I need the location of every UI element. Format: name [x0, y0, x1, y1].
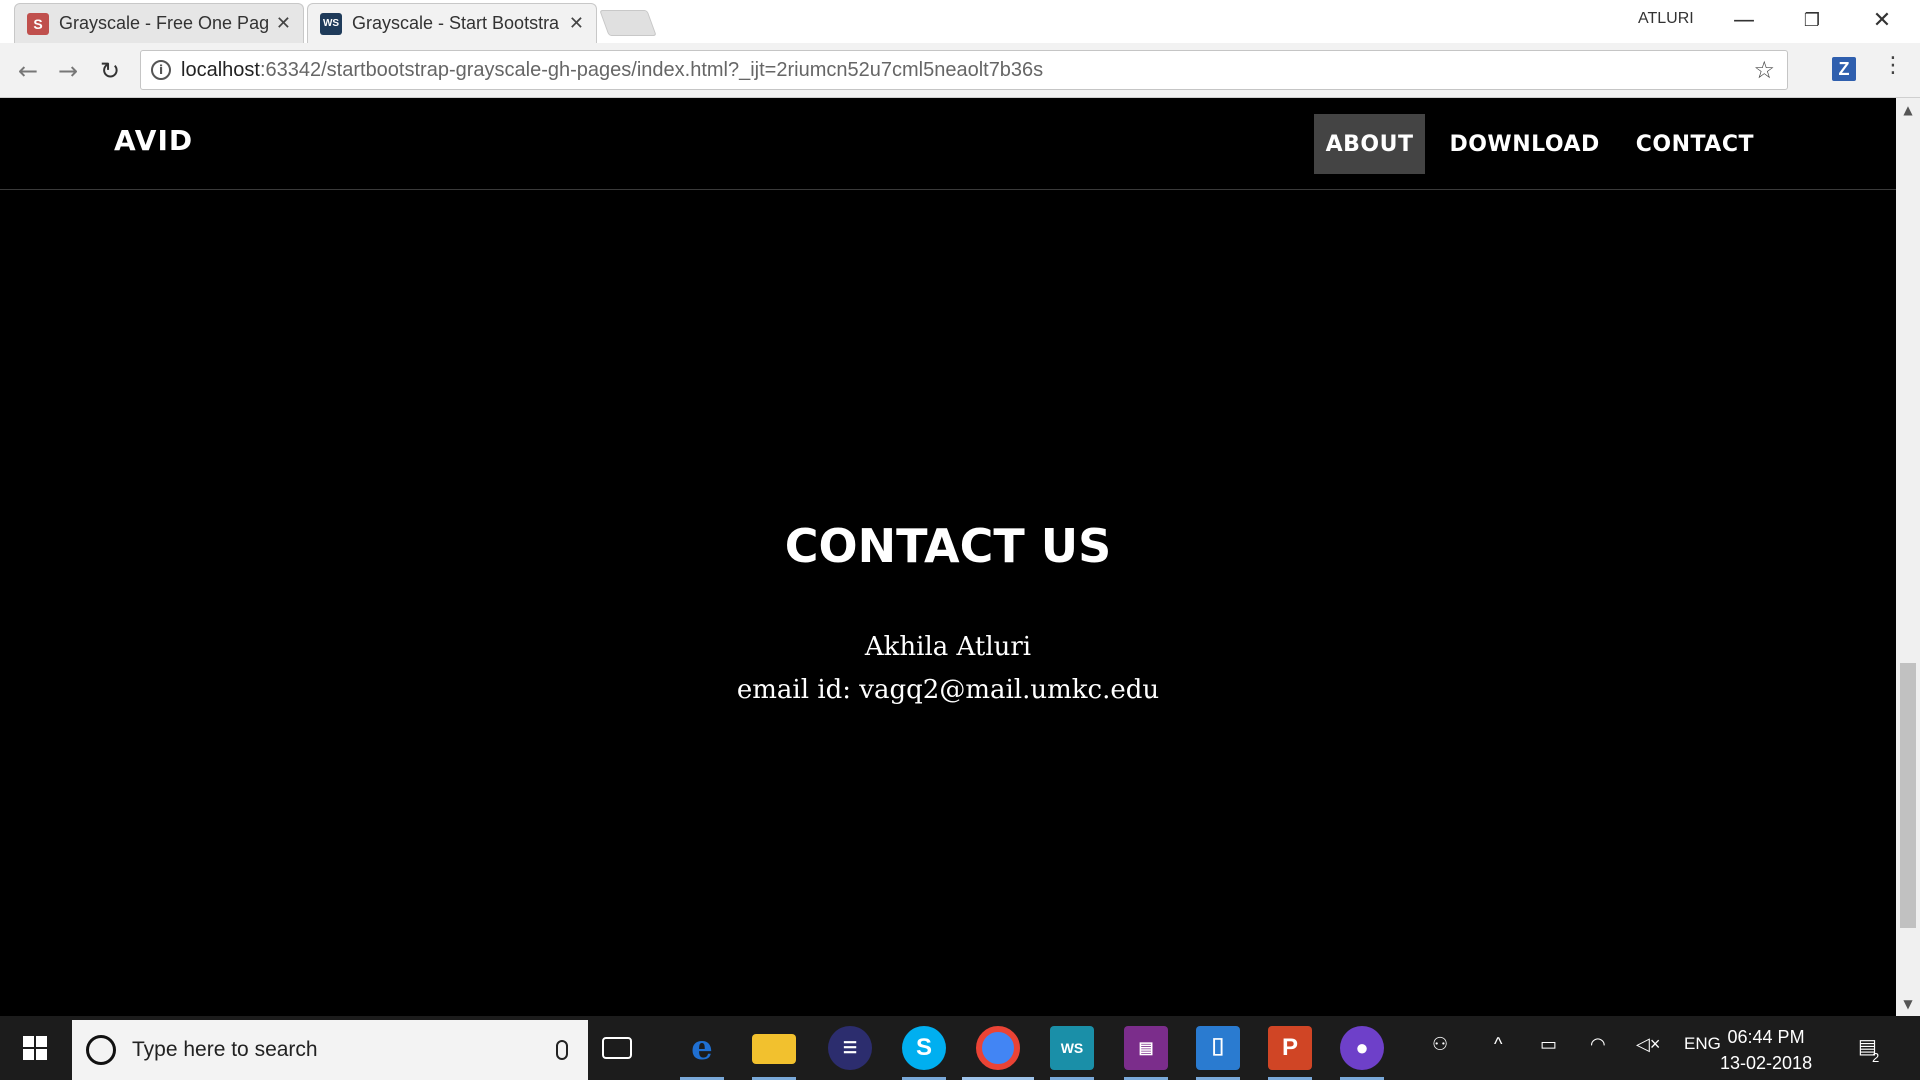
page-scrollbar[interactable]: ▲ ▼: [1896, 98, 1920, 1016]
scroll-up-icon[interactable]: ▲: [1896, 98, 1920, 122]
url-host: localhost: [181, 58, 260, 81]
github-icon[interactable]: ●: [1340, 1026, 1384, 1070]
forward-icon[interactable]: →: [52, 55, 84, 87]
close-window-icon[interactable]: ✕: [1862, 6, 1902, 36]
close-icon[interactable]: ✕: [276, 13, 291, 34]
cortana-icon[interactable]: [86, 1035, 116, 1065]
task-view-icon[interactable]: [602, 1037, 632, 1059]
nav-about[interactable]: ABOUT: [1313, 114, 1426, 174]
nav-download[interactable]: DOWNLOAD: [1437, 114, 1611, 174]
contact-title: CONTACT US: [784, 519, 1112, 573]
scroll-thumb[interactable]: [1900, 663, 1916, 928]
web-page: AVID ABOUT DOWNLOAD CONTACT CONTACT US A…: [0, 98, 1896, 1016]
wifi-icon[interactable]: ◠: [1590, 1034, 1606, 1055]
contact-name: Akhila Atluri: [864, 632, 1032, 662]
bookmark-star-icon[interactable]: ☆: [1753, 56, 1775, 84]
tab-title: Grayscale - Free One Pag: [59, 13, 268, 33]
info-icon[interactable]: i: [151, 60, 171, 80]
minimize-icon[interactable]: —: [1724, 6, 1764, 36]
webstorm-icon[interactable]: WS: [1050, 1026, 1094, 1070]
windows-logo-icon: [23, 1036, 47, 1060]
taskbar-search[interactable]: Type here to search: [72, 1020, 588, 1080]
url-text[interactable]: localhost:63342/startbootstrap-grayscale…: [181, 59, 1043, 82]
winrar-icon[interactable]: ▤: [1124, 1026, 1168, 1070]
notification-count: 2: [1872, 1050, 1880, 1065]
extension-icon[interactable]: Z: [1832, 57, 1856, 81]
chevron-up-icon[interactable]: ^: [1494, 1034, 1502, 1055]
powerpoint-icon[interactable]: P: [1268, 1026, 1312, 1070]
menu-icon[interactable]: ⋮: [1882, 53, 1904, 78]
profile-name[interactable]: ATLURI: [1638, 10, 1694, 28]
scroll-down-icon[interactable]: ▼: [1896, 992, 1920, 1016]
bracket-app-icon[interactable]: ⌷: [1196, 1026, 1240, 1070]
browser-toolbar: ← → ↻ i localhost:63342/startbootstrap-g…: [0, 43, 1920, 98]
nav-contact[interactable]: CONTACT: [1624, 114, 1766, 174]
address-bar[interactable]: i localhost:63342/startbootstrap-graysca…: [140, 50, 1788, 90]
new-tab-button[interactable]: [599, 10, 657, 36]
contact-email: email id: vagq2@mail.umkc.edu: [736, 675, 1160, 705]
windows-taskbar: Type here to search e ☰ S WS ▤ ⌷ P ● ⚇ ^…: [0, 1016, 1920, 1080]
tab-grayscale-start[interactable]: WS Grayscale - Start Bootstra ✕: [307, 3, 597, 43]
tab-favicon: S: [27, 12, 49, 35]
clock-time: 06:44 PM: [1727, 1027, 1805, 1047]
system-clock[interactable]: 06:44 PM 13-02-2018: [1720, 1024, 1812, 1076]
skype-icon[interactable]: S: [902, 1026, 946, 1070]
search-placeholder: Type here to search: [132, 1038, 318, 1061]
tab-grayscale-free[interactable]: S Grayscale - Free One Pag ✕: [14, 3, 304, 43]
clock-date: 13-02-2018: [1720, 1053, 1813, 1073]
browser-chrome: S Grayscale - Free One Pag ✕ WS Grayscal…: [0, 0, 1920, 98]
url-path: :63342/startbootstrap-grayscale-gh-pages…: [259, 58, 1044, 81]
tab-title: Grayscale - Start Bootstra: [352, 13, 560, 33]
site-navbar: AVID ABOUT DOWNLOAD CONTACT: [0, 98, 1896, 190]
reload-icon[interactable]: ↻: [94, 55, 126, 87]
language-indicator[interactable]: ENG: [1684, 1034, 1721, 1054]
edge-icon[interactable]: e: [680, 1026, 724, 1070]
site-brand[interactable]: AVID: [114, 124, 193, 157]
file-explorer-icon[interactable]: [752, 1034, 796, 1064]
eclipse-icon[interactable]: ☰: [828, 1026, 872, 1070]
people-icon[interactable]: ⚇: [1432, 1034, 1448, 1055]
start-button[interactable]: [0, 1016, 70, 1080]
volume-icon[interactable]: ◁×: [1636, 1034, 1660, 1055]
close-icon[interactable]: ✕: [569, 13, 584, 34]
microphone-icon[interactable]: [556, 1040, 568, 1060]
tab-strip: S Grayscale - Free One Pag ✕ WS Grayscal…: [0, 0, 1920, 43]
tab-favicon: WS: [320, 12, 342, 35]
nav-links: ABOUT DOWNLOAD CONTACT: [1313, 114, 1766, 174]
chrome-icon[interactable]: [976, 1026, 1020, 1070]
back-icon[interactable]: ←: [12, 55, 44, 87]
battery-icon[interactable]: ▭: [1540, 1034, 1557, 1055]
restore-icon[interactable]: ❐: [1792, 6, 1832, 36]
